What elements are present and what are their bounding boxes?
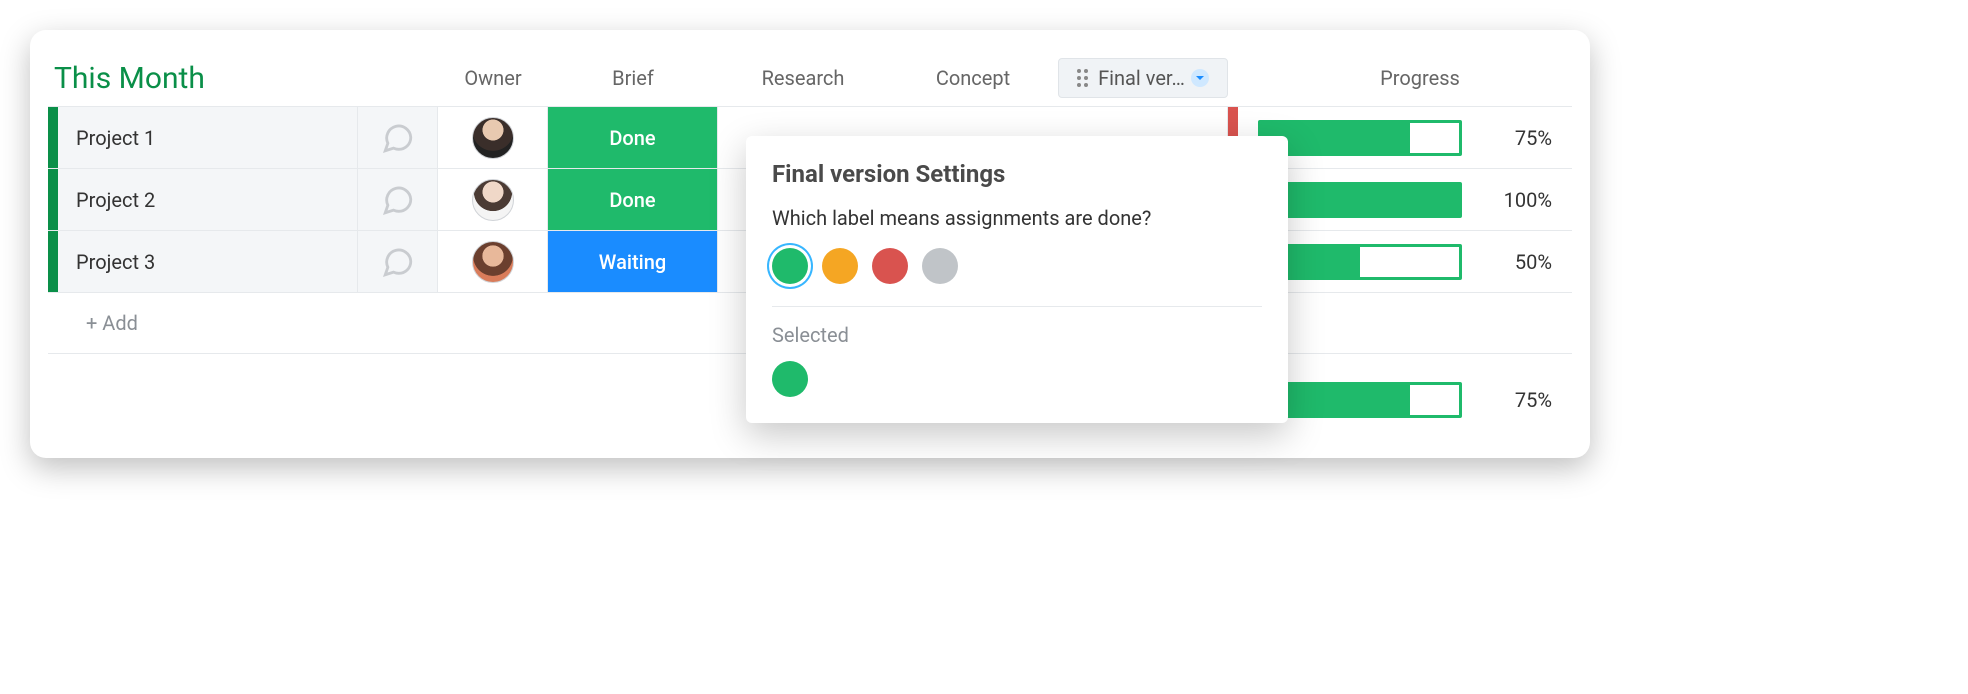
group-title[interactable]: This Month	[48, 61, 438, 96]
popover-question: Which label means assignments are done?	[772, 206, 1262, 230]
board: This Month Owner Brief Research Concept …	[30, 30, 1590, 458]
row-owner-cell[interactable]	[438, 169, 548, 230]
row-name-cell[interactable]: Project 2	[58, 169, 358, 230]
popover-selected-swatch	[772, 361, 808, 397]
row-owner-cell[interactable]	[438, 231, 548, 292]
row-brief-status[interactable]: Done	[548, 169, 718, 230]
row-progress-cell[interactable]: 75%	[1238, 107, 1572, 168]
column-header-brief[interactable]: Brief	[548, 66, 718, 90]
row-brief-status[interactable]: Waiting	[548, 231, 718, 292]
row-progress-cell[interactable]: 100%	[1238, 169, 1572, 230]
popover-title: Final version Settings	[772, 160, 1262, 188]
chat-bubble-icon	[381, 183, 415, 217]
row-owner-cell[interactable]	[438, 107, 548, 168]
progress-bar	[1258, 120, 1462, 156]
progress-value: 75%	[1482, 388, 1552, 412]
column-header-research[interactable]: Research	[718, 66, 888, 90]
row-brief-status[interactable]: Done	[548, 107, 718, 168]
avatar[interactable]	[472, 179, 514, 221]
column-settings-popover: Final version Settings Which label means…	[746, 136, 1288, 423]
progress-value: 100%	[1482, 188, 1552, 212]
progress-bar	[1258, 244, 1462, 280]
progress-value: 75%	[1482, 126, 1552, 150]
progress-bar	[1258, 182, 1462, 218]
progress-bar	[1258, 382, 1462, 418]
row-stripe	[48, 169, 58, 230]
table-header: This Month Owner Brief Research Concept …	[48, 50, 1572, 106]
column-header-final[interactable]: Final ver…	[1058, 58, 1228, 98]
drag-handle-icon[interactable]	[1077, 69, 1088, 87]
column-dropdown-toggle[interactable]	[1191, 69, 1209, 87]
row-name-cell[interactable]: Project 1	[58, 107, 358, 168]
popover-selected-label: Selected	[772, 323, 1262, 347]
swatch-option[interactable]	[922, 248, 958, 284]
column-header-progress[interactable]: Progress	[1228, 66, 1572, 90]
add-row-label: + Add	[58, 311, 138, 335]
row-stripe	[48, 107, 58, 168]
swatch-option[interactable]	[772, 248, 808, 284]
chat-bubble-icon	[381, 121, 415, 155]
summary-progress-cell[interactable]: 75%	[1238, 382, 1572, 418]
avatar[interactable]	[472, 117, 514, 159]
column-header-final-label: Final ver…	[1098, 66, 1185, 90]
popover-swatch-list	[772, 248, 1262, 307]
row-stripe	[48, 231, 58, 292]
row-chat-button[interactable]	[358, 107, 438, 168]
chat-bubble-icon	[381, 245, 415, 279]
column-header-owner[interactable]: Owner	[438, 66, 548, 90]
row-progress-cell[interactable]: 50%	[1238, 231, 1572, 292]
row-chat-button[interactable]	[358, 231, 438, 292]
swatch-option[interactable]	[872, 248, 908, 284]
row-name-cell[interactable]: Project 3	[58, 231, 358, 292]
swatch-option[interactable]	[822, 248, 858, 284]
avatar[interactable]	[472, 241, 514, 283]
progress-value: 50%	[1482, 250, 1552, 274]
row-chat-button[interactable]	[358, 169, 438, 230]
column-header-concept[interactable]: Concept	[888, 66, 1058, 90]
chevron-down-icon	[1195, 73, 1205, 83]
